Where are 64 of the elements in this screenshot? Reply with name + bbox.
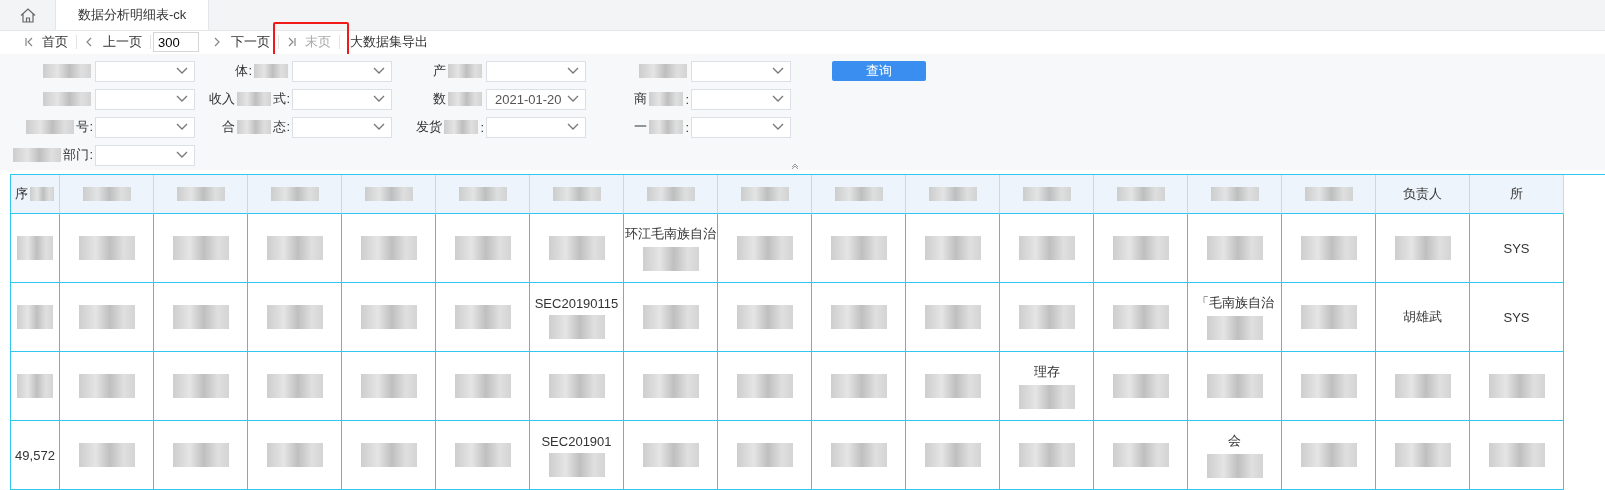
collapse-icon[interactable] (791, 164, 799, 170)
cell-text: 会 (1228, 432, 1241, 450)
last-page-icon (287, 37, 297, 48)
filter-label: 态: (273, 118, 290, 137)
filter-label: 式: (273, 90, 290, 109)
filter-label: : (685, 119, 689, 135)
filter-label: 产 (433, 62, 446, 81)
cell-text: 环江毛南族自治 (625, 225, 716, 243)
filter-select[interactable] (486, 116, 586, 138)
cell-text: SEC201901 (541, 433, 612, 449)
page-size-field[interactable]: 300 (153, 32, 199, 53)
filter-label: 数 (433, 90, 446, 109)
filter-label: 一 (634, 118, 648, 137)
pager-link[interactable]: 首页 (42, 33, 68, 52)
header-text: 负责人 (1403, 185, 1442, 203)
export-link[interactable]: 大数据集导出 (340, 33, 432, 52)
cell-text: 49,572 (15, 447, 55, 463)
cell-text: SYS (1503, 240, 1530, 256)
chevron-down-icon (176, 67, 188, 76)
chevron-down-icon (176, 123, 188, 132)
filter-select[interactable] (95, 144, 195, 166)
cell-text: 理存 (1033, 363, 1060, 381)
pager-link[interactable]: 下一页 (231, 33, 270, 52)
pager-link[interactable]: 上一页 (103, 33, 142, 52)
filter-label: 收入 (209, 90, 236, 109)
chevron-down-icon (772, 95, 784, 104)
header-text: 所 (1510, 185, 1523, 203)
report-tab[interactable]: 数据分析明细表-ck (56, 0, 210, 30)
chevron-down-icon (176, 151, 188, 160)
chevron-down-icon (567, 95, 579, 104)
filter-label: 发货 (416, 118, 443, 137)
filter-label: : (480, 119, 484, 135)
filter-select[interactable] (95, 88, 195, 110)
chevron-down-icon (567, 123, 579, 132)
chevron-down-icon (176, 95, 188, 104)
filter-select[interactable] (486, 60, 586, 82)
filter-select[interactable] (95, 116, 195, 138)
chevron-down-icon (373, 95, 385, 104)
filter-label: 体: (235, 62, 252, 81)
chevron-down-icon (373, 67, 385, 76)
cell-text: SEC20190115 (534, 295, 619, 311)
chevron-down-icon (772, 67, 784, 76)
chevron-down-icon (772, 123, 784, 132)
chevron-down-icon (567, 67, 579, 76)
filter-label: 合 (222, 118, 236, 137)
filter-label: 号: (76, 118, 93, 137)
filter-label: : (685, 91, 689, 107)
filter-select[interactable]: 2021-01-20 (486, 88, 586, 110)
filter-label: 部门: (63, 146, 93, 165)
filter-select[interactable] (292, 60, 392, 82)
filter-select[interactable] (292, 116, 392, 138)
first-page-icon (24, 37, 34, 48)
chevron-down-icon (373, 123, 385, 132)
cell-text: SYS (1503, 309, 1530, 325)
home-icon (19, 7, 36, 23)
filter-select[interactable] (691, 116, 791, 138)
filter-select[interactable] (95, 60, 195, 82)
filter-select[interactable] (691, 88, 791, 110)
cell-text: 「毛南族自治 (1195, 294, 1274, 312)
filter-select[interactable] (691, 60, 791, 82)
filter-select[interactable] (292, 88, 392, 110)
filter-label: 商 (634, 90, 648, 109)
header-text: 序 (14, 185, 28, 203)
cell-text: 胡雄武 (1403, 308, 1442, 326)
